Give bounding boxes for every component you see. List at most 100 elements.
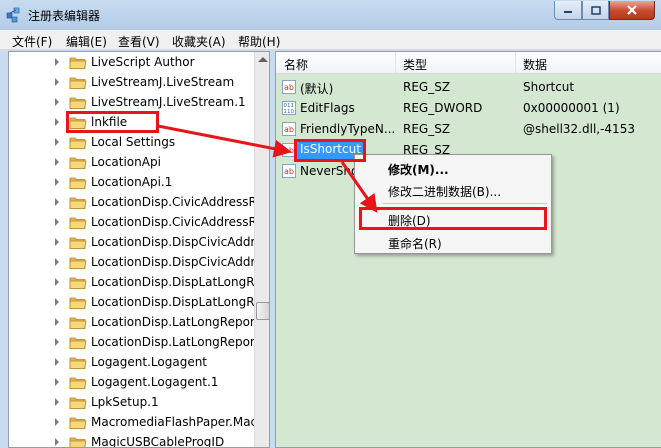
folder-icon xyxy=(69,417,87,429)
binary-value-icon: 011110 xyxy=(282,101,296,115)
tree-item-label: LiveStreamJ.LiveStream xyxy=(91,75,235,89)
column-header-data[interactable]: 数据 xyxy=(516,52,661,74)
column-header-name[interactable]: 名称 xyxy=(276,52,396,74)
context-modify-binary[interactable]: 修改二进制数据(B)... xyxy=(388,183,501,200)
window-title: 注册表编辑器 xyxy=(28,9,101,23)
column-header-type[interactable]: 类型 xyxy=(396,52,516,74)
tree-item[interactable]: LiveStreamJ.LiveStream xyxy=(9,72,254,92)
expand-arrow-icon[interactable] xyxy=(55,398,59,406)
tree-item[interactable]: MagicUSBCableProgID xyxy=(9,432,254,448)
expand-arrow-icon[interactable] xyxy=(55,198,59,206)
folder-icon xyxy=(69,157,87,169)
tree-item[interactable]: Local Settings xyxy=(9,132,254,152)
expand-arrow-icon[interactable] xyxy=(55,318,59,326)
context-modify[interactable]: 修改(M)... xyxy=(388,161,449,178)
folder-icon xyxy=(69,177,87,189)
tree-item-label: Logagent.Logagent.1 xyxy=(91,375,219,389)
tree-item[interactable]: LocationDisp.DispCivicAddre xyxy=(9,252,263,272)
menu-help[interactable]: 帮助(H) xyxy=(238,33,280,50)
tree-item[interactable]: Logagent.Logagent xyxy=(9,352,254,372)
expand-arrow-icon[interactable] xyxy=(55,178,59,186)
folder-icon xyxy=(69,77,87,89)
expand-arrow-icon[interactable] xyxy=(55,98,59,106)
tree-item[interactable]: LocationDisp.DispLatLongRe xyxy=(9,272,261,292)
value-row[interactable]: ab FriendlyTypeN... REG_SZ @shell32.dll,… xyxy=(276,119,661,140)
string-value-icon: ab xyxy=(282,80,296,94)
expand-arrow-icon[interactable] xyxy=(55,438,59,446)
expand-arrow-icon[interactable] xyxy=(55,338,59,346)
expand-arrow-icon[interactable] xyxy=(55,118,59,126)
folder-icon xyxy=(69,397,87,409)
tree-item-label: Logagent.Logagent xyxy=(91,355,208,369)
expand-arrow-icon[interactable] xyxy=(55,418,59,426)
close-button[interactable] xyxy=(609,1,655,20)
tree-item[interactable]: LocationDisp.DispCivicAddre xyxy=(9,232,263,252)
tree-item[interactable]: LocationDisp.LatLongReport xyxy=(9,312,260,332)
tree-item-label: MagicUSBCableProgID xyxy=(91,435,225,448)
tree-item[interactable]: LiveStreamJ.LiveStream.1 xyxy=(9,92,254,112)
context-rename[interactable]: 重命名(R) xyxy=(388,235,442,252)
value-row[interactable]: ab (默认) REG_SZ Shortcut xyxy=(276,77,661,98)
value-type: REG_SZ xyxy=(403,80,451,94)
expand-arrow-icon[interactable] xyxy=(55,278,59,286)
value-type: REG_DWORD xyxy=(403,101,483,115)
folder-icon xyxy=(69,357,87,369)
tree-item[interactable]: LocationDisp.DispLatLongRe xyxy=(9,292,261,312)
expand-arrow-icon[interactable] xyxy=(55,258,59,266)
tree-item[interactable]: LocationApi.1 xyxy=(9,172,254,192)
folder-icon xyxy=(69,437,87,447)
scrollbar-thumb[interactable] xyxy=(256,302,269,320)
string-value-icon: ab xyxy=(282,164,296,178)
title-bar: 注册表编辑器 xyxy=(0,0,661,30)
svg-text:ab: ab xyxy=(284,83,294,92)
tree-item[interactable]: LpkSetup.1 xyxy=(9,392,254,412)
expand-arrow-icon[interactable] xyxy=(55,218,59,226)
folder-icon xyxy=(69,257,87,269)
string-value-icon: ab xyxy=(282,122,296,136)
value-name: EditFlags xyxy=(300,101,355,115)
expand-arrow-icon[interactable] xyxy=(55,138,59,146)
tree-item-label: LocationDisp.CivicAddressRe xyxy=(91,215,264,229)
folder-icon xyxy=(69,337,87,349)
menu-edit[interactable]: 编辑(E) xyxy=(66,33,107,50)
tree-item-label: LiveStreamJ.LiveStream.1 xyxy=(91,95,246,109)
value-name: NeverSho xyxy=(300,164,359,178)
expand-arrow-icon[interactable] xyxy=(55,158,59,166)
tree-item[interactable]: LocationApi xyxy=(9,152,254,172)
minimize-button[interactable] xyxy=(554,1,582,20)
expand-arrow-icon[interactable] xyxy=(55,58,59,66)
folder-icon xyxy=(69,217,87,229)
tree-item[interactable]: LocationDisp.LatLongReport xyxy=(9,332,260,352)
expand-arrow-icon[interactable] xyxy=(55,358,59,366)
tree-scrollbar[interactable] xyxy=(254,52,269,447)
expand-arrow-icon[interactable] xyxy=(55,298,59,306)
tree-item[interactable]: LocationDisp.CivicAddressRe xyxy=(9,192,264,212)
tree-item-label: LocationDisp.LatLongReport xyxy=(91,315,260,329)
tree-item-label: LocationDisp.DispCivicAddre xyxy=(91,235,263,249)
tree-item[interactable]: MacromediaFlashPaper.Mac xyxy=(9,412,257,432)
tree-item[interactable]: LocationDisp.CivicAddressRe xyxy=(9,212,264,232)
value-data: @shell32.dll,-4153 xyxy=(523,122,635,136)
maximize-button[interactable] xyxy=(582,1,609,20)
expand-arrow-icon[interactable] xyxy=(55,238,59,246)
tree-item[interactable]: LiveScript Author xyxy=(9,52,254,72)
tree-item[interactable]: Logagent.Logagent.1 xyxy=(9,372,254,392)
menu-separator xyxy=(383,203,547,204)
tree-item-label: LocationDisp.CivicAddressRe xyxy=(91,195,264,209)
maximize-icon xyxy=(590,5,601,15)
folder-icon xyxy=(69,297,87,309)
expand-arrow-icon[interactable] xyxy=(55,78,59,86)
registry-editor-icon xyxy=(6,7,20,23)
annotation-box-isshortcut xyxy=(294,139,366,162)
svg-text:ab: ab xyxy=(284,146,294,155)
value-type: REG_SZ xyxy=(403,122,451,136)
value-row[interactable]: 011 110 EditFlags REG_DWORD 0x00000001 (1… xyxy=(276,98,661,119)
expand-arrow-icon[interactable] xyxy=(55,378,59,386)
svg-text:ab: ab xyxy=(284,167,294,176)
menu-file[interactable]: 文件(F) xyxy=(12,33,52,50)
menu-favorites[interactable]: 收藏夹(A) xyxy=(172,33,226,50)
scroll-up-icon[interactable] xyxy=(258,57,268,62)
tree-item-label: LocationApi xyxy=(91,155,161,169)
close-icon xyxy=(627,5,637,15)
menu-view[interactable]: 查看(V) xyxy=(118,33,160,50)
